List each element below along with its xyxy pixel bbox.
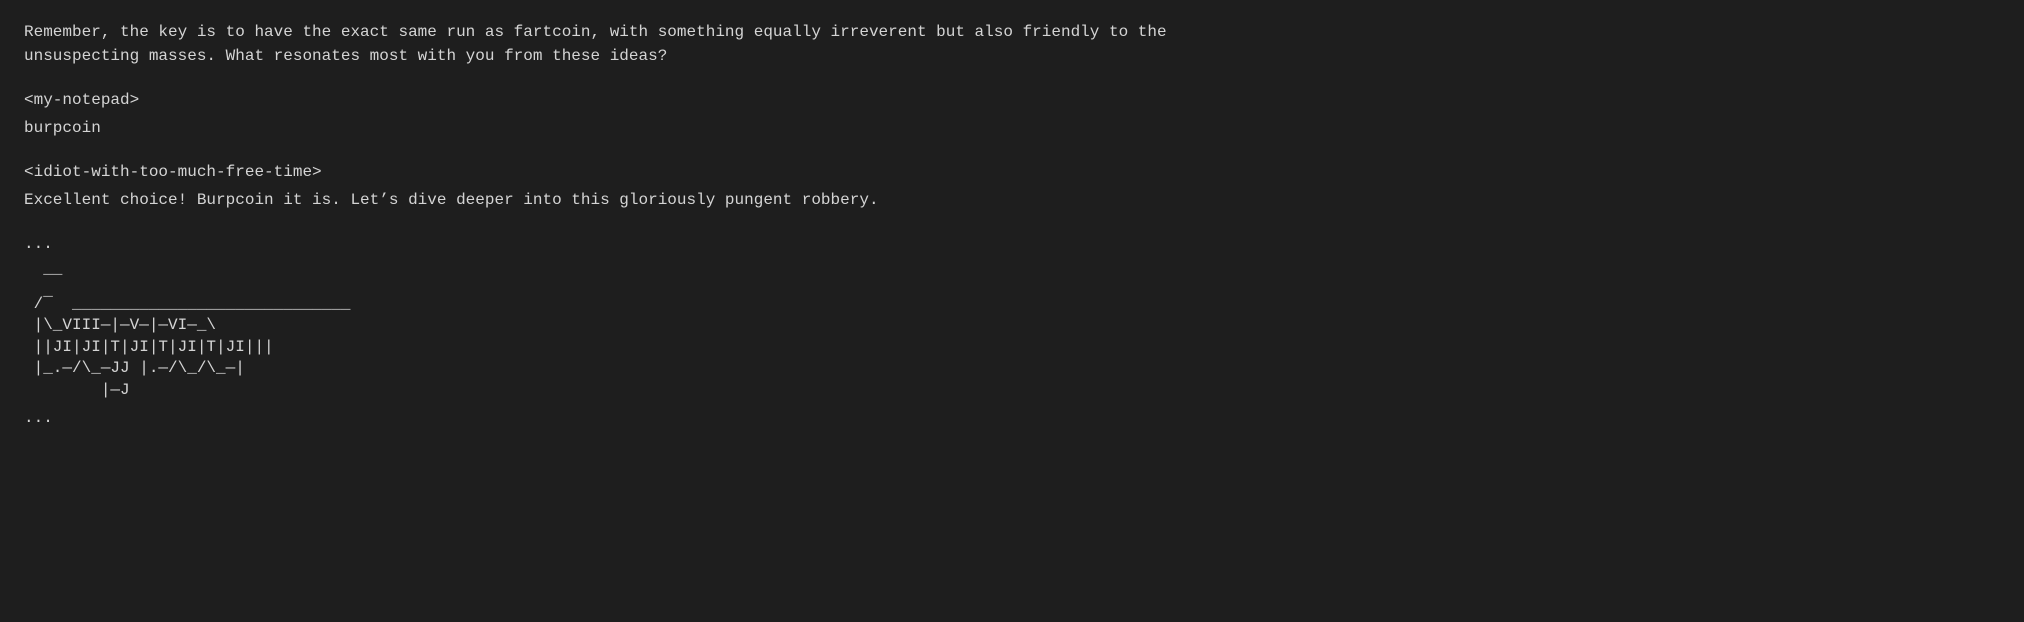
ellipsis-2: ... <box>24 406 2000 430</box>
response-tag: <idiot-with-too-much-free-time> <box>24 160 2000 184</box>
page-container: Remember, the key is to have the exact s… <box>24 20 2000 430</box>
notepad-tag: <my-notepad> <box>24 88 2000 112</box>
ellipsis-1: ... <box>24 232 2000 256</box>
notepad-value: burpcoin <box>24 116 2000 140</box>
response-text: Excellent choice! Burpcoin it is. Let’s … <box>24 188 2000 212</box>
ascii-art: ‾‾ /‾ _____________________________ |\_V… <box>24 272 2000 402</box>
intro-text: Remember, the key is to have the exact s… <box>24 20 2000 68</box>
